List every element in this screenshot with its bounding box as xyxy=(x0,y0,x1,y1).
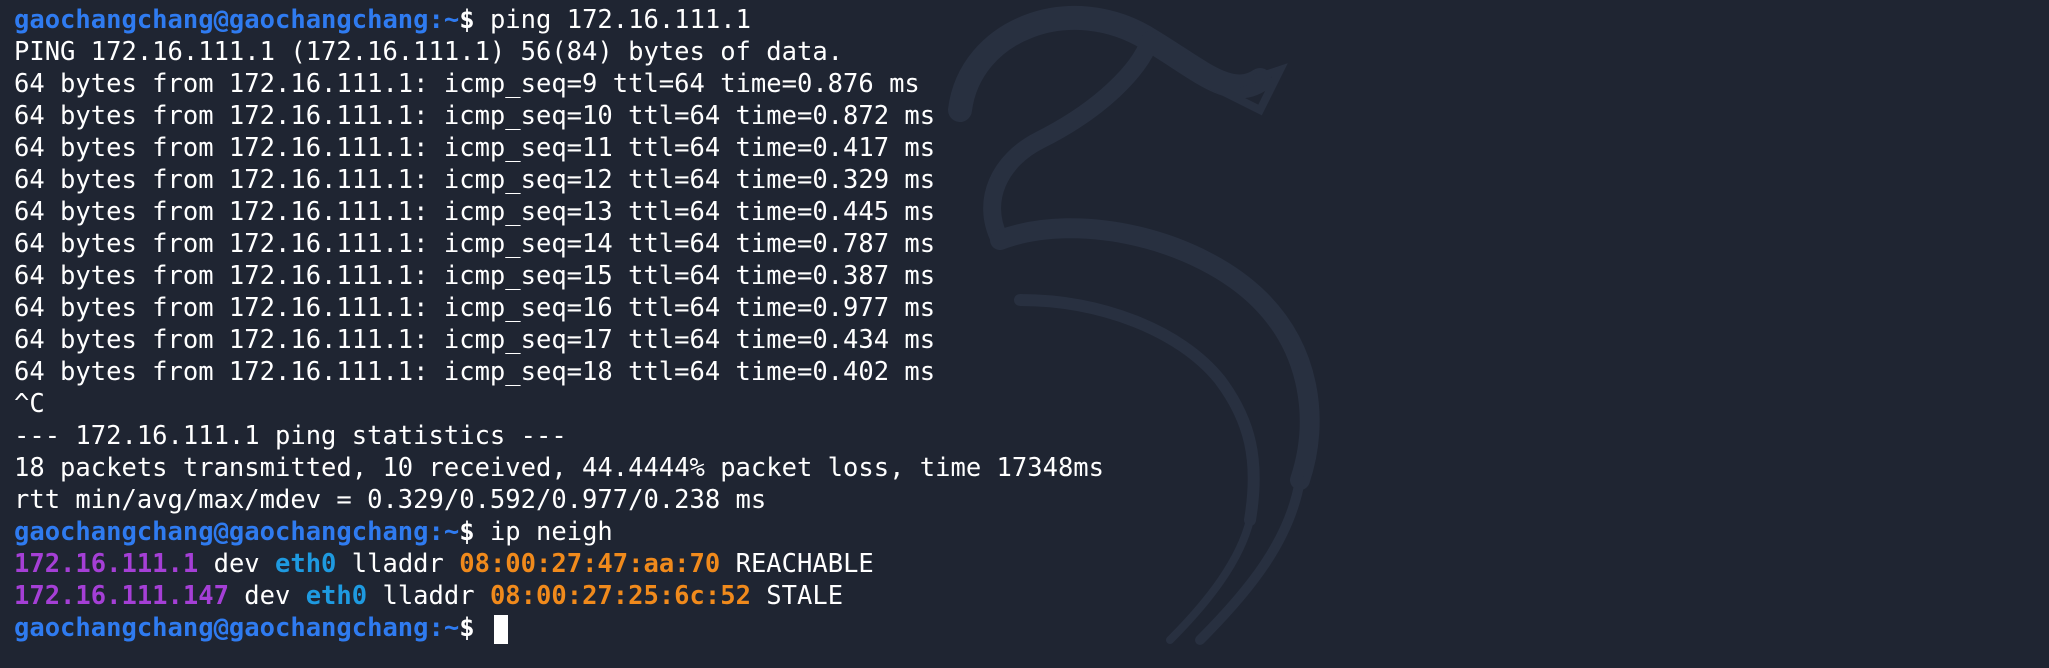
prompt-separator: : xyxy=(428,517,444,547)
prompt-path: ~ xyxy=(443,517,460,547)
neighbor-device: eth0 xyxy=(305,581,368,611)
ping-reply: 64 bytes from 172.16.111.1: icmp_seq=18 … xyxy=(14,357,936,387)
neighbor-dev-label: dev xyxy=(228,581,306,611)
prompt-user-host: gaochangchang@gaochangchang xyxy=(14,5,429,35)
ping-header: PING 172.16.111.1 (172.16.111.1) 56(84) … xyxy=(14,37,844,67)
prompt-path: ~ xyxy=(443,5,460,35)
ping-reply: 64 bytes from 172.16.111.1: icmp_seq=11 … xyxy=(14,133,936,163)
neighbor-lladdr-label: lladdr xyxy=(367,581,490,611)
command-line-ip-neigh: gaochangchang@gaochangchang:~$ ip neigh xyxy=(14,516,1104,548)
ping-reply: 64 bytes from 172.16.111.1: icmp_seq=17 … xyxy=(14,325,936,355)
ping-stats-header: --- 172.16.111.1 ping statistics --- xyxy=(14,421,567,451)
neighbor-mac: 08:00:27:47:aa:70 xyxy=(459,549,721,579)
neighbor-device: eth0 xyxy=(275,549,337,579)
neighbor-dev-label: dev xyxy=(198,549,275,579)
prompt-separator: : xyxy=(428,613,444,643)
ping-reply: 64 bytes from 172.16.111.1: icmp_seq=16 … xyxy=(14,293,936,323)
neighbor-mac: 08:00:27:25:6c:52 xyxy=(489,581,751,611)
neighbor-lladdr-label: lladdr xyxy=(336,549,460,579)
neighbor-ip: 172.16.111.1 xyxy=(14,549,199,579)
terminal-output: gaochangchang@gaochangchang:~$ ping 172.… xyxy=(14,4,1104,644)
block-cursor[interactable] xyxy=(493,614,508,644)
ping-stats-summary: 18 packets transmitted, 10 received, 44.… xyxy=(14,453,1105,483)
neighbor-state: REACHABLE xyxy=(720,549,874,579)
ping-rtt: rtt min/avg/max/mdev = 0.329/0.592/0.977… xyxy=(14,485,767,515)
terminal-window[interactable]: gaochangchang@gaochangchang:~$ ping 172.… xyxy=(0,0,2049,668)
prompt-dollar: $ xyxy=(459,517,490,547)
ping-reply: 64 bytes from 172.16.111.1: icmp_seq=12 … xyxy=(14,165,936,195)
interrupt-signal: ^C xyxy=(14,389,45,419)
ping-reply: 64 bytes from 172.16.111.1: icmp_seq=13 … xyxy=(14,197,936,227)
prompt-path: ~ xyxy=(443,613,460,643)
ping-reply: 64 bytes from 172.16.111.1: icmp_seq=9 t… xyxy=(14,69,920,99)
prompt-user-host: gaochangchang@gaochangchang xyxy=(14,517,429,547)
prompt-user-host: gaochangchang@gaochangchang xyxy=(14,613,429,643)
prompt-dollar: $ xyxy=(459,613,490,643)
command-text: ping 172.16.111.1 xyxy=(489,5,751,35)
neighbor-ip: 172.16.111.147 xyxy=(14,581,229,611)
command-text: ip neigh xyxy=(489,517,613,547)
ping-reply: 64 bytes from 172.16.111.1: icmp_seq=15 … xyxy=(14,261,936,291)
neighbor-entry: 172.16.111.1 dev eth0 lladdr 08:00:27:47… xyxy=(14,548,1104,580)
prompt-dollar: $ xyxy=(459,5,490,35)
prompt-separator: : xyxy=(428,5,444,35)
command-line-ping: gaochangchang@gaochangchang:~$ ping 172.… xyxy=(14,4,1104,36)
neighbor-entry: 172.16.111.147 dev eth0 lladdr 08:00:27:… xyxy=(14,580,1104,612)
neighbor-state: STALE xyxy=(750,581,844,611)
ping-reply: 64 bytes from 172.16.111.1: icmp_seq=10 … xyxy=(14,101,936,131)
ping-reply: 64 bytes from 172.16.111.1: icmp_seq=14 … xyxy=(14,229,936,259)
command-line-active[interactable]: gaochangchang@gaochangchang:~$ xyxy=(14,612,1104,644)
